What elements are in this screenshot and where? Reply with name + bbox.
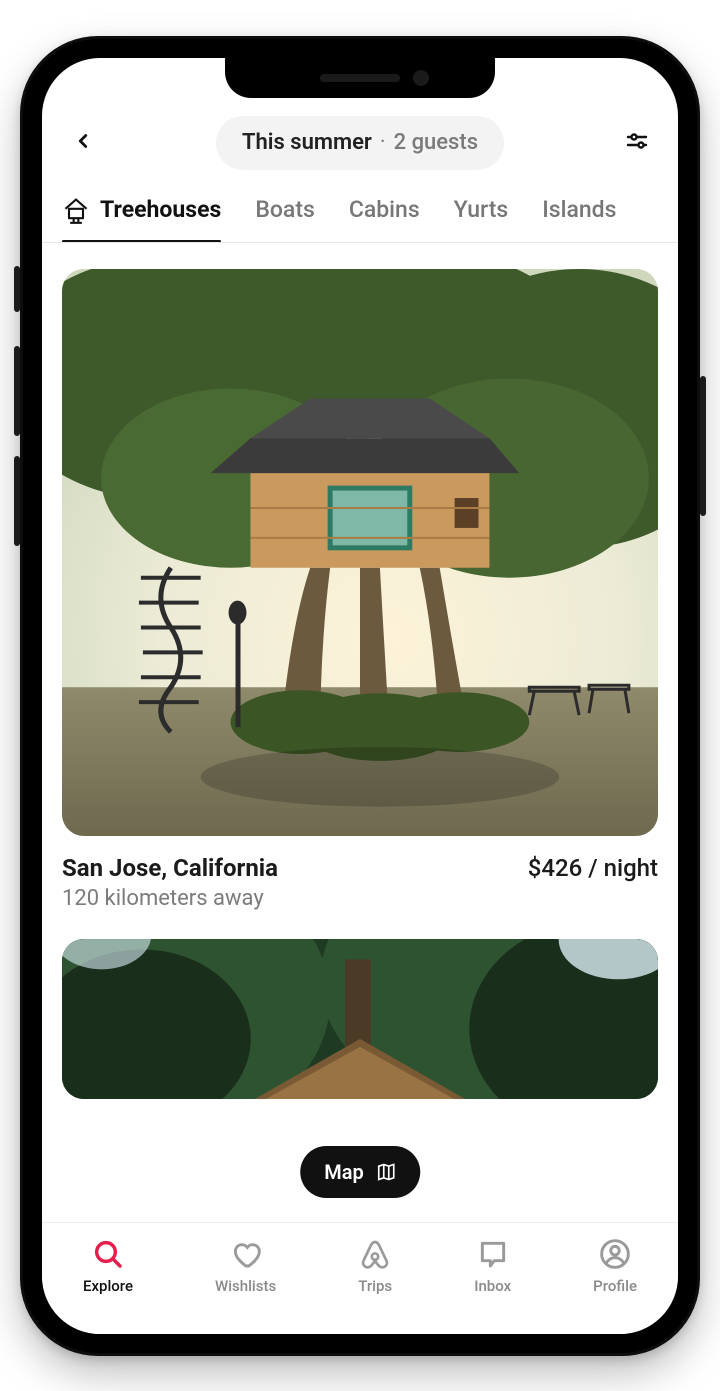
tab-islands[interactable]: Islands bbox=[542, 196, 616, 242]
side-button bbox=[14, 456, 20, 546]
nav-label: Profile bbox=[593, 1277, 637, 1295]
tab-label: Treehouses bbox=[100, 196, 221, 223]
nav-label: Inbox bbox=[474, 1277, 511, 1295]
tab-boats[interactable]: Boats bbox=[255, 196, 314, 242]
airbnb-logo-icon bbox=[358, 1237, 392, 1271]
nav-inbox[interactable]: Inbox bbox=[474, 1237, 511, 1295]
filters-button[interactable] bbox=[616, 122, 658, 164]
nav-label: Explore bbox=[83, 1277, 133, 1295]
listing-card[interactable]: San Jose, California $426 / night 120 ki… bbox=[62, 269, 658, 912]
bottom-nav: Explore Wishlists Trips Inbox Profile bbox=[42, 1222, 678, 1334]
back-button[interactable] bbox=[62, 122, 104, 164]
listing-image[interactable] bbox=[62, 269, 658, 837]
tab-treehouses[interactable]: Treehouses bbox=[62, 196, 221, 242]
listing-card[interactable] bbox=[62, 939, 658, 1099]
side-button bbox=[14, 266, 20, 312]
search-when: This summer bbox=[242, 130, 372, 155]
side-button bbox=[14, 346, 20, 436]
search-summary-pill[interactable]: This summer · 2 guests bbox=[216, 116, 504, 170]
map-button-label: Map bbox=[324, 1160, 364, 1184]
tab-label: Islands bbox=[542, 196, 616, 223]
nav-explore[interactable]: Explore bbox=[83, 1237, 133, 1295]
sliders-icon bbox=[625, 129, 649, 157]
category-tabs[interactable]: Treehouses Boats Cabins Yurts Islands bbox=[42, 182, 678, 243]
chevron-left-icon bbox=[72, 130, 94, 156]
profile-icon bbox=[598, 1237, 632, 1271]
tab-label: Cabins bbox=[349, 196, 420, 223]
side-button bbox=[700, 376, 706, 516]
map-button[interactable]: Map bbox=[300, 1146, 420, 1198]
separator-dot: · bbox=[380, 130, 386, 155]
nav-trips[interactable]: Trips bbox=[358, 1237, 392, 1295]
chat-icon bbox=[476, 1237, 510, 1271]
nav-label: Wishlists bbox=[215, 1277, 276, 1295]
listing-location: San Jose, California bbox=[62, 854, 278, 882]
tab-label: Boats bbox=[255, 196, 314, 223]
heart-icon bbox=[229, 1237, 263, 1271]
notch bbox=[225, 58, 495, 98]
results-list[interactable]: San Jose, California $426 / night 120 ki… bbox=[42, 243, 678, 1222]
nav-wishlists[interactable]: Wishlists bbox=[215, 1237, 276, 1295]
listing-distance: 120 kilometers away bbox=[62, 886, 658, 911]
search-icon bbox=[91, 1237, 125, 1271]
tab-yurts[interactable]: Yurts bbox=[454, 196, 509, 242]
tab-cabins[interactable]: Cabins bbox=[349, 196, 420, 242]
treehouse-icon bbox=[62, 196, 90, 224]
search-guests: 2 guests bbox=[394, 130, 478, 155]
map-icon bbox=[376, 1162, 396, 1182]
listing-price: $426 / night bbox=[528, 854, 658, 882]
nav-profile[interactable]: Profile bbox=[593, 1237, 637, 1295]
phone-frame: This summer · 2 guests Treehouses Boats … bbox=[20, 36, 700, 1356]
tab-label: Yurts bbox=[454, 196, 509, 223]
nav-label: Trips bbox=[358, 1277, 392, 1295]
